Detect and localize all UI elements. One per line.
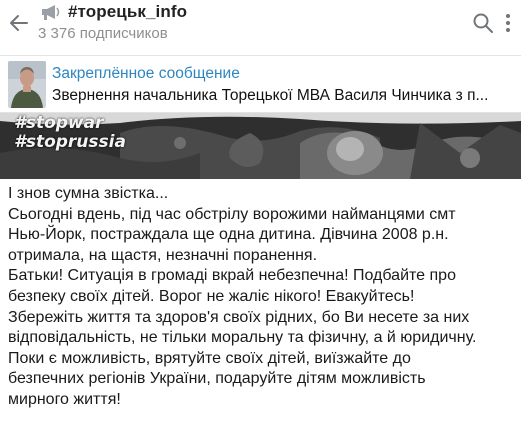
channel-name: #торецьк_info	[68, 2, 188, 21]
message-line: безпеку своїх дітей. Ворог не жаліє ніко…	[8, 287, 415, 305]
arrow-left-icon	[10, 15, 28, 31]
message-line: Поки є можливість, врятуйте своїх дітей,…	[8, 349, 411, 367]
hashtag-stopwar: #stopwar	[14, 113, 104, 133]
channel-title[interactable]: #торецьк_info	[40, 1, 187, 23]
pinned-preview-text: Звернення начальника Торецької МВА Васил…	[52, 87, 489, 104]
pinned-thumbnail	[8, 61, 46, 108]
kebab-menu-icon	[506, 14, 510, 32]
message-line: мирного життя!	[8, 390, 121, 408]
post-image[interactable]: #stopwar #stoprussia	[0, 113, 521, 179]
search-icon	[473, 13, 493, 33]
pinned-label: Закреплённое сообщение	[52, 65, 240, 82]
message-line: Батьки! Ситуація в громаді вкрай небезпе…	[8, 267, 456, 285]
chat-header: #торецьк_info 3 376 подписчиков	[0, 0, 521, 50]
pinned-message-bar[interactable]: Закреплённое сообщение Звернення начальн…	[0, 57, 521, 112]
header-divider	[0, 55, 521, 56]
message-line: отримала, на щастя, незначні поранення.	[8, 246, 318, 264]
menu-button[interactable]	[495, 10, 521, 36]
megaphone-icon	[42, 5, 60, 20]
search-button[interactable]	[470, 10, 496, 36]
message-body: І знов сумна звістка... Сьогодні вдень, …	[8, 184, 518, 411]
message-line: Нью-Йорк, постраждала ще одна дитина. Ді…	[8, 226, 449, 244]
message-line: Збережіть життя та здоров'я своїх рідних…	[8, 308, 470, 326]
back-button[interactable]	[4, 8, 34, 38]
message-line: безпечних регіонів України, подаруйте ді…	[8, 370, 426, 388]
message-line: І знов сумна звістка...	[8, 185, 169, 202]
message-line: Сьогодні вдень, під час обстрілу ворожим…	[8, 205, 456, 223]
hashtag-stoprussia: #stoprussia	[14, 132, 126, 152]
subscriber-count: 3 376 подписчиков	[38, 25, 168, 42]
message-line: відповідальність, не тільки моральну та …	[8, 329, 477, 347]
